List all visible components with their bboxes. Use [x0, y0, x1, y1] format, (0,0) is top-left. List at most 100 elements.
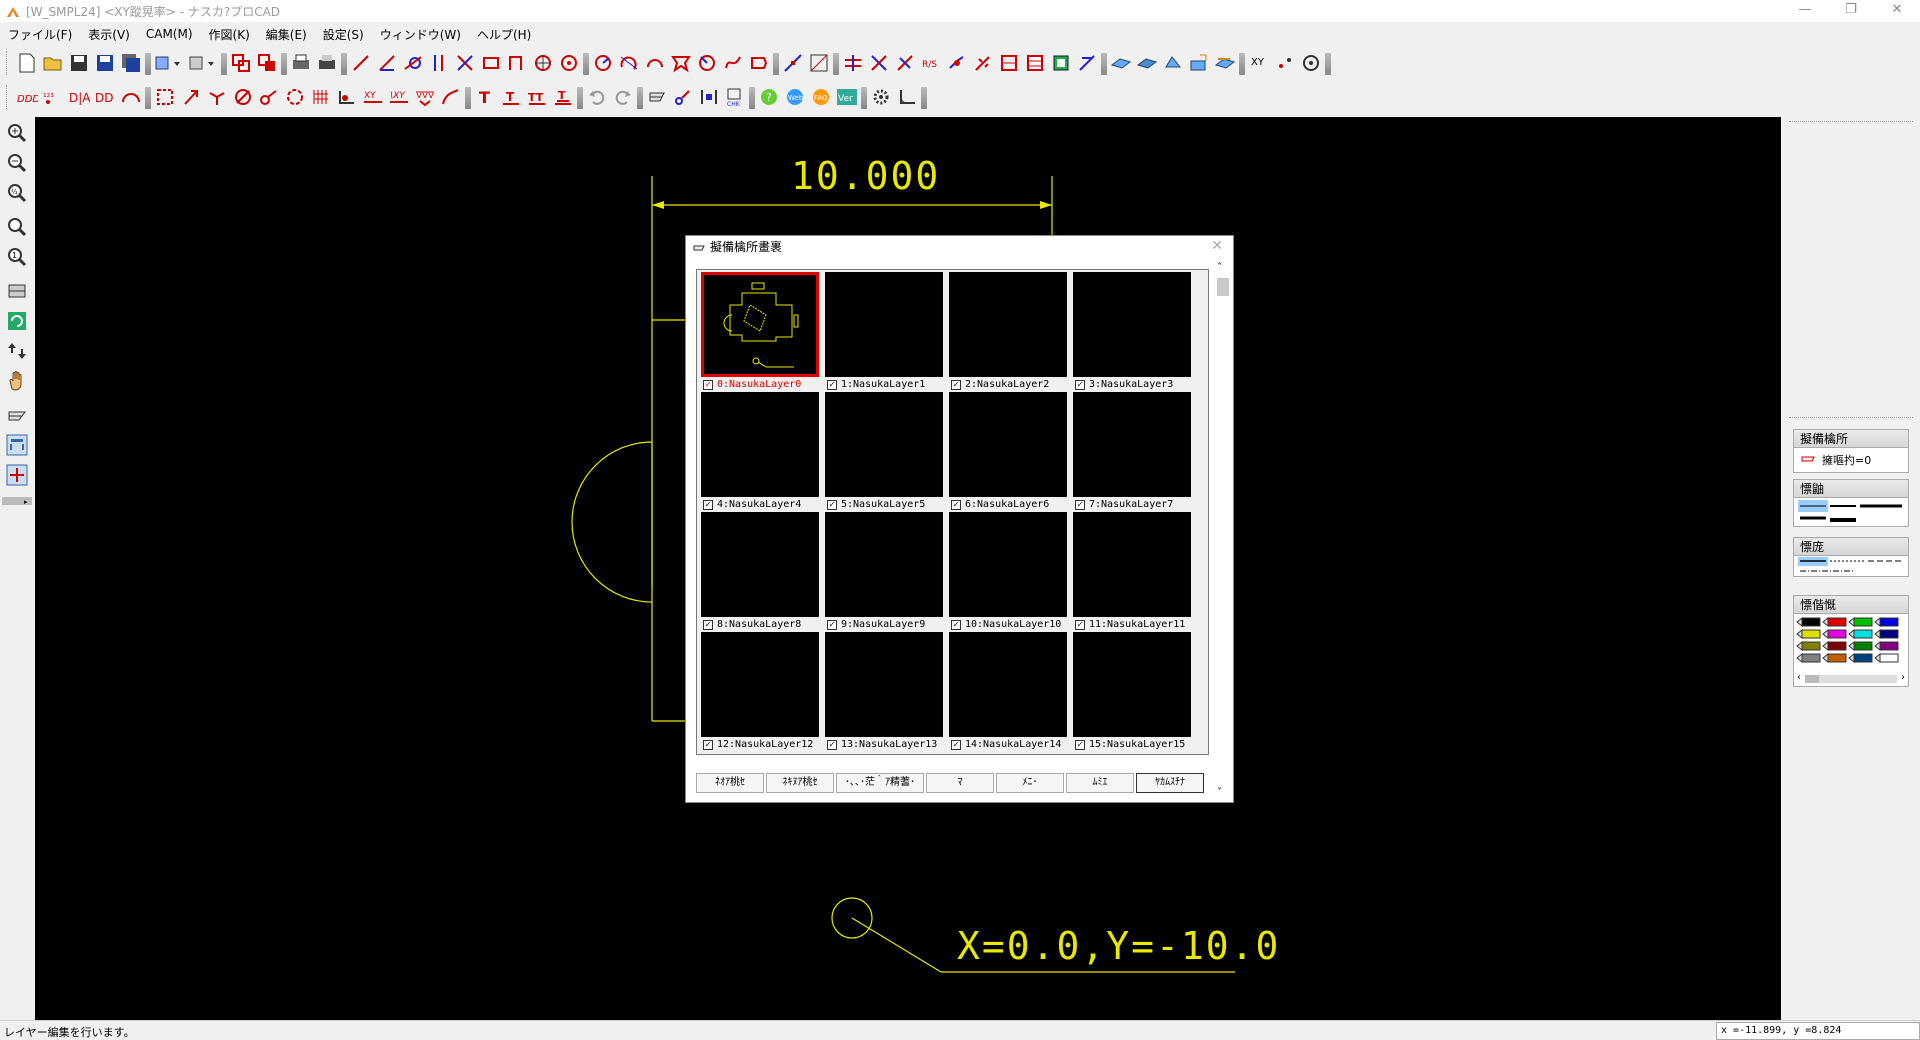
- layer-cell[interactable]: ✓ 15:NasukaLayer15: [1073, 632, 1191, 752]
- layer-icon[interactable]: [644, 84, 670, 110]
- array-icon[interactable]: [1022, 50, 1048, 76]
- palette-scroll-track[interactable]: [1805, 675, 1897, 683]
- layer-visible-checkbox[interactable]: ✓: [951, 619, 961, 630]
- circle-icon[interactable]: [556, 50, 582, 76]
- region-icon[interactable]: [152, 84, 178, 110]
- palette-swatch[interactable]: [1874, 628, 1899, 640]
- copy-layer-icon[interactable]: [228, 50, 254, 76]
- width-icon[interactable]: [696, 84, 722, 110]
- dialog-title-bar[interactable]: 擬備檎所畫裹: [686, 236, 1233, 258]
- export-icon[interactable]: [186, 50, 220, 76]
- close-button[interactable]: ✕: [1874, 0, 1920, 22]
- xy-dim-icon[interactable]: XY: [360, 84, 386, 110]
- layer-thumbnail[interactable]: [701, 512, 819, 617]
- cam-path-icon[interactable]: [670, 84, 696, 110]
- menu-draw[interactable]: 作図(K): [201, 26, 258, 43]
- layer-visible-checkbox[interactable]: ✓: [827, 739, 837, 750]
- redraw-icon[interactable]: [4, 308, 30, 334]
- layer-cell[interactable]: ✓ 1:NasukaLayer1: [825, 272, 943, 392]
- maximize-button[interactable]: ❐: [1828, 0, 1874, 22]
- layer-visible-checkbox[interactable]: ✓: [703, 619, 713, 630]
- zoom-half-icon[interactable]: ½: [4, 180, 30, 206]
- layer-thumbnail[interactable]: [1073, 392, 1191, 497]
- palette-swatch[interactable]: [1796, 628, 1821, 640]
- circle-center-icon[interactable]: [530, 50, 556, 76]
- layer-thumbnail[interactable]: [825, 512, 943, 617]
- layer-visible-checkbox[interactable]: ✓: [951, 499, 961, 510]
- text-underline-icon[interactable]: T: [498, 84, 524, 110]
- dot-icon[interactable]: [1272, 50, 1298, 76]
- dialog-button-7[interactable]: ﾔｶﾑｽﾁﾅ: [1136, 773, 1204, 793]
- polygon-icon[interactable]: [668, 50, 694, 76]
- check-icon[interactable]: CHK: [722, 84, 748, 110]
- layer-thumbnail[interactable]: [701, 392, 819, 497]
- color-palette[interactable]: [1794, 614, 1908, 670]
- faq-icon[interactable]: FAQ: [808, 84, 834, 110]
- palette-scrollbar[interactable]: ‹ ›: [1794, 672, 1908, 686]
- point-icon[interactable]: [944, 50, 970, 76]
- layer-visible-checkbox[interactable]: ✓: [1075, 499, 1085, 510]
- surface-icon[interactable]: [1160, 50, 1186, 76]
- text-base-icon[interactable]: TT: [524, 84, 550, 110]
- dialog-button-4[interactable]: ﾏ: [926, 773, 994, 793]
- no-circle-icon[interactable]: [230, 84, 256, 110]
- layer-visible-checkbox[interactable]: ✓: [951, 739, 961, 750]
- palette-swatch[interactable]: [1822, 652, 1847, 664]
- layer-cell[interactable]: ✓ 7:NasukaLayer7: [1073, 392, 1191, 512]
- new-file-icon[interactable]: [14, 50, 40, 76]
- frame-view-icon[interactable]: [4, 432, 30, 458]
- corner-icon[interactable]: [178, 84, 204, 110]
- xy-coord-icon[interactable]: XY: [1246, 50, 1272, 76]
- line-width-options[interactable]: [1794, 498, 1908, 526]
- layer-cell[interactable]: ✓ 10:NasukaLayer10: [949, 512, 1067, 632]
- layer-cell[interactable]: ✓ 9:NasukaLayer9: [825, 512, 943, 632]
- palette-swatch[interactable]: [1796, 640, 1821, 652]
- xy-align-icon[interactable]: \XY: [386, 84, 412, 110]
- fit-icon[interactable]: [4, 278, 30, 304]
- line-type-options[interactable]: [1794, 556, 1908, 576]
- redo-icon[interactable]: [610, 84, 636, 110]
- scroll-down-icon[interactable]: ˅: [1217, 787, 1222, 798]
- rectangle-icon[interactable]: [478, 50, 504, 76]
- help-icon[interactable]: ?: [756, 84, 782, 110]
- palette-swatch[interactable]: [1874, 640, 1899, 652]
- dim-diagonal-icon[interactable]: D|A: [66, 84, 92, 110]
- layer-thumbnail[interactable]: [701, 632, 819, 737]
- menu-file[interactable]: ファイル(F): [0, 26, 80, 43]
- palette-swatch[interactable]: [1822, 628, 1847, 640]
- layer-stack-icon[interactable]: [4, 402, 30, 428]
- import-icon[interactable]: [152, 50, 186, 76]
- layer-thumbnail[interactable]: [949, 272, 1067, 377]
- menu-cam[interactable]: CAM(M): [138, 27, 201, 41]
- layer-thumbnail[interactable]: [949, 392, 1067, 497]
- edge-icon[interactable]: [1186, 50, 1212, 76]
- dim-horizontal-icon[interactable]: DDD: [14, 84, 40, 110]
- palette-swatch[interactable]: [1848, 616, 1873, 628]
- scroll-thumb[interactable]: [1217, 278, 1229, 296]
- plane-view-icon[interactable]: [1074, 50, 1100, 76]
- trim-icon[interactable]: [806, 50, 832, 76]
- layer-thumbnail[interactable]: [1073, 632, 1191, 737]
- layer-cell[interactable]: ✓ 4:NasukaLayer4: [701, 392, 819, 512]
- layer-thumbnail[interactable]: [701, 272, 819, 377]
- break-icon[interactable]: [866, 50, 892, 76]
- layer-thumbnail[interactable]: [949, 512, 1067, 617]
- save-as-icon[interactable]: [92, 50, 118, 76]
- left-toolbar-expand[interactable]: ▸: [2, 496, 32, 506]
- layer-visible-checkbox[interactable]: ✓: [703, 739, 713, 750]
- save-all-icon[interactable]: [118, 50, 144, 76]
- iso-view-icon[interactable]: [1108, 50, 1134, 76]
- dialog-button-3[interactable]: ･､､･茫｀ｱ精蓍･: [836, 773, 924, 793]
- version-icon[interactable]: Ver: [834, 84, 860, 110]
- menu-help[interactable]: ヘルプ(H): [469, 26, 539, 43]
- frame-icon[interactable]: [780, 50, 806, 76]
- angle-line-icon[interactable]: [374, 50, 400, 76]
- section-icon[interactable]: [1212, 50, 1238, 76]
- target-icon[interactable]: [1298, 50, 1324, 76]
- scroll-up-icon[interactable]: ˄: [1217, 262, 1222, 273]
- corner-tool-icon[interactable]: [894, 84, 920, 110]
- dim-diameter-icon[interactable]: DD: [92, 84, 118, 110]
- layer-thumbnail[interactable]: [825, 272, 943, 377]
- polyline-icon[interactable]: [504, 50, 530, 76]
- palette-swatch[interactable]: [1874, 616, 1899, 628]
